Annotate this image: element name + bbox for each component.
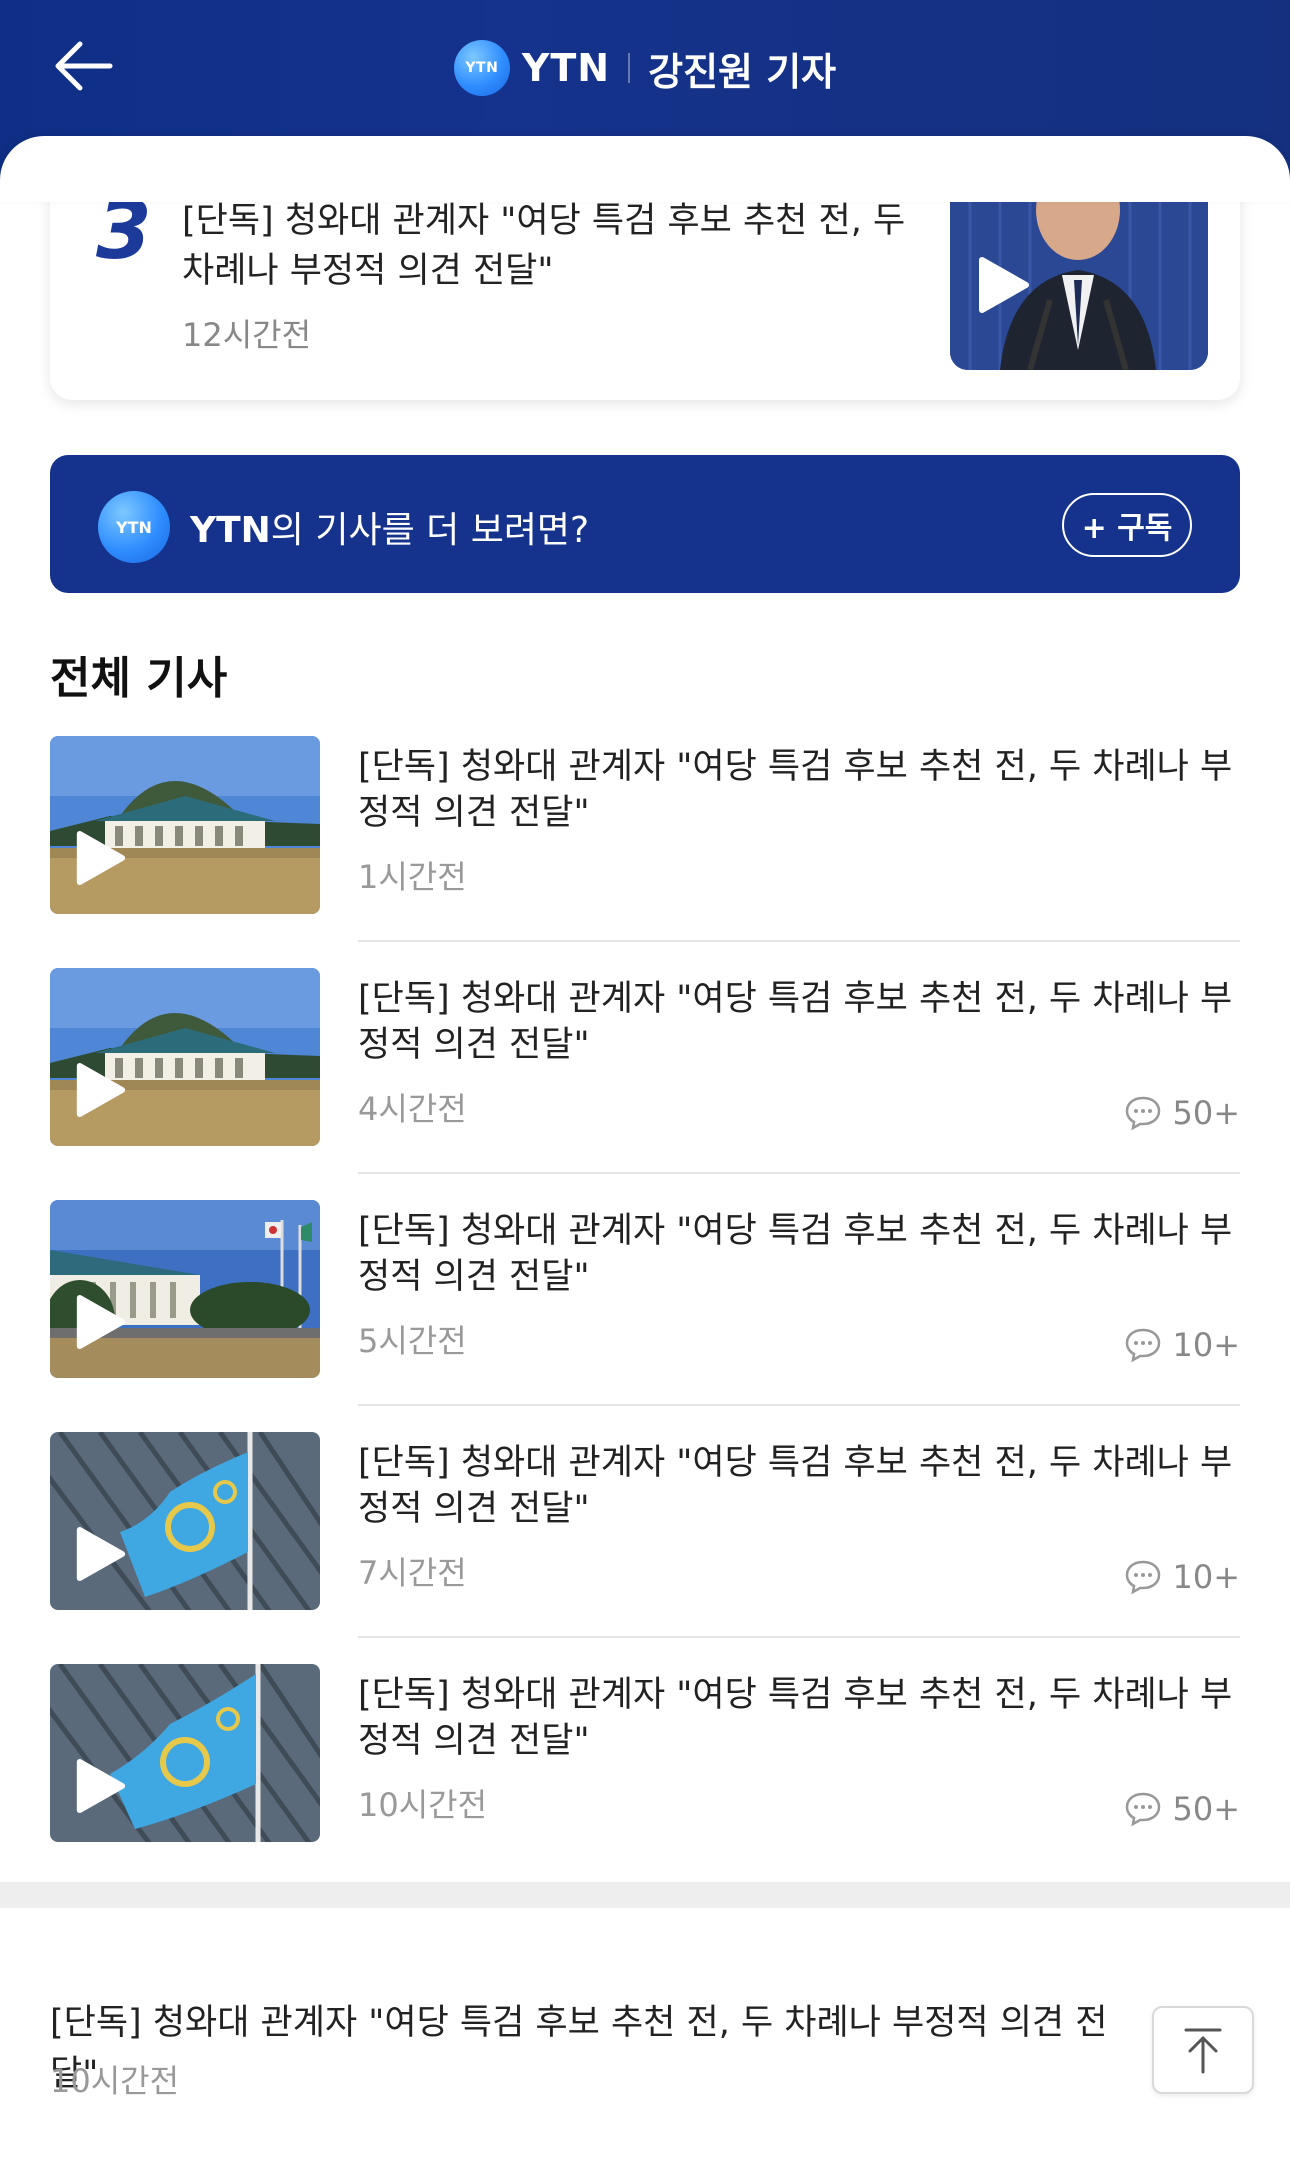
play-icon (76, 830, 126, 886)
bottom-article-time: 10시간전 (50, 2062, 180, 2100)
scroll-to-top-icon (1184, 2028, 1222, 2074)
bottom-article-title[interactable]: [단독] 청와대 관계자 "여당 특검 후보 추천 전, 두 차례나 부정적 의… (50, 1994, 1130, 2096)
comment-count[interactable]: 10+ (1124, 1558, 1240, 1596)
reporter-name: 강진원 기자 (648, 49, 837, 94)
ranked-article-title[interactable]: [단독] 청와대 관계자 "여당 특검 후보 추천 전, 두 차례나 부정적 의… (182, 196, 922, 296)
article-item[interactable]: [단독] 청와대 관계자 "여당 특검 후보 추천 전, 두 차례나 부정적 의… (50, 1200, 1240, 1432)
article-time: 5시간전 (358, 1322, 467, 1360)
comment-count[interactable]: 10+ (1124, 1326, 1240, 1364)
article-time: 1시간전 (358, 858, 467, 896)
comment-count-label: 10+ (1172, 1326, 1240, 1364)
article-time: 7시간전 (358, 1554, 467, 1592)
play-icon (76, 1062, 126, 1118)
article-thumbnail[interactable] (50, 736, 320, 914)
article-title[interactable]: [단독] 청와대 관계자 "여당 특검 후보 추천 전, 두 차례나 부정적 의… (358, 1208, 1238, 1300)
divider (358, 940, 1240, 942)
ranked-article-time: 12시간전 (182, 316, 312, 354)
header-brand: YTN YTN 강진원 기자 (0, 38, 1290, 98)
comment-count[interactable]: 50+ (1124, 1094, 1240, 1132)
section-title: 전체 기사 (50, 653, 228, 704)
comment-bubble-icon (1126, 1328, 1161, 1363)
article-time: 10시간전 (358, 1786, 488, 1824)
comment-count[interactable]: 50+ (1124, 1790, 1240, 1828)
brand-separator (628, 53, 631, 83)
play-icon (76, 1526, 126, 1582)
content-sheet-edge (0, 136, 1290, 202)
article-thumbnail[interactable] (50, 968, 320, 1146)
subscribe-brand: YTN (190, 510, 271, 551)
subscribe-prompt: YTN의 기사를 더 보려면? (190, 501, 589, 553)
subscribe-banner: YTN YTN의 기사를 더 보려면? + 구독 (50, 455, 1240, 593)
divider (358, 1172, 1240, 1174)
comment-count-label: 50+ (1172, 1094, 1240, 1132)
play-icon (76, 1294, 126, 1350)
ytn-logo: YTN (98, 491, 170, 563)
article-title[interactable]: [단독] 청와대 관계자 "여당 특검 후보 추천 전, 두 차례나 부정적 의… (358, 1672, 1238, 1764)
article-title[interactable]: [단독] 청와대 관계자 "여당 특검 후보 추천 전, 두 차례나 부정적 의… (358, 976, 1238, 1068)
divider (358, 1636, 1240, 1638)
divider (358, 1404, 1240, 1406)
article-time: 4시간전 (358, 1090, 467, 1128)
comment-bubble-icon (1126, 1792, 1161, 1827)
comment-bubble-icon (1126, 1096, 1161, 1131)
article-item[interactable]: [단독] 청와대 관계자 "여당 특검 후보 추천 전, 두 차례나 부정적 의… (50, 968, 1240, 1200)
comment-bubble-icon (1126, 1560, 1161, 1595)
article-title[interactable]: [단독] 청와대 관계자 "여당 특검 후보 추천 전, 두 차례나 부정적 의… (358, 1440, 1238, 1532)
subscribe-text: 의 기사를 더 보려면? (270, 510, 590, 551)
section-separator (0, 1882, 1290, 1908)
comment-count-label: 10+ (1172, 1558, 1240, 1596)
scroll-to-top-button[interactable] (1152, 2006, 1254, 2094)
subscribe-button[interactable]: + 구독 (1062, 493, 1192, 557)
play-icon (979, 257, 1029, 313)
ytn-logo: YTN (453, 40, 510, 96)
comment-count-label: 50+ (1172, 1790, 1240, 1828)
play-icon (76, 1758, 126, 1814)
brand-name: YTN (521, 46, 611, 90)
article-thumbnail[interactable] (50, 1432, 320, 1610)
article-thumbnail[interactable] (50, 1200, 320, 1378)
article-thumbnail[interactable] (50, 1664, 320, 1842)
article-title[interactable]: [단독] 청와대 관계자 "여당 특검 후보 추천 전, 두 차례나 부정적 의… (358, 744, 1238, 836)
article-item[interactable]: [단독] 청와대 관계자 "여당 특검 후보 추천 전, 두 차례나 부정적 의… (50, 1432, 1240, 1664)
article-item[interactable]: [단독] 청와대 관계자 "여당 특검 후보 추천 전, 두 차례나 부정적 의… (50, 736, 1240, 968)
article-item[interactable]: [단독] 청와대 관계자 "여당 특검 후보 추천 전, 두 차례나 부정적 의… (50, 1664, 1240, 1896)
